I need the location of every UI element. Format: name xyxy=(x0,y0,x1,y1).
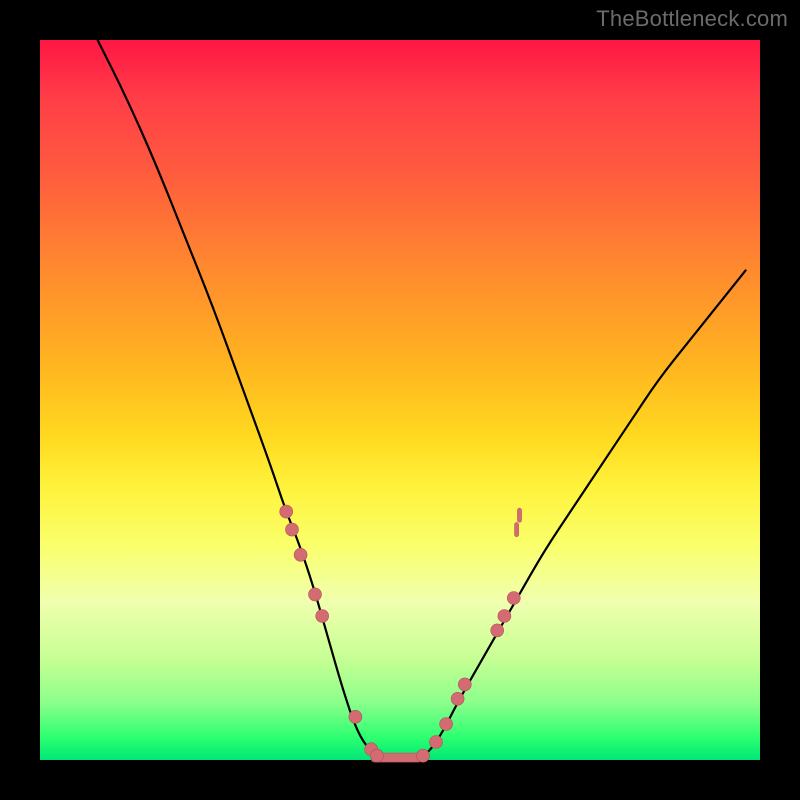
curve-svg xyxy=(40,40,760,760)
data-marker xyxy=(451,692,464,705)
plot-area xyxy=(40,40,760,760)
ticks-right-group xyxy=(515,508,522,536)
data-marker xyxy=(294,548,307,561)
data-marker xyxy=(458,678,471,691)
markers-right-group xyxy=(417,592,521,763)
data-marker xyxy=(280,505,293,518)
axis-tick xyxy=(518,508,522,522)
data-marker xyxy=(286,523,299,536)
bottleneck-curve xyxy=(98,40,746,760)
data-marker xyxy=(507,592,520,605)
data-marker xyxy=(309,588,322,601)
axis-tick xyxy=(515,523,519,537)
watermark-text: TheBottleneck.com xyxy=(596,6,788,32)
data-marker xyxy=(349,710,362,723)
data-marker xyxy=(371,749,384,762)
data-marker xyxy=(498,610,511,623)
data-marker xyxy=(316,610,329,623)
data-marker xyxy=(491,624,504,637)
data-marker xyxy=(440,718,453,731)
outer-frame: TheBottleneck.com xyxy=(0,0,800,800)
data-marker xyxy=(417,749,430,762)
data-marker xyxy=(430,736,443,749)
markers-left-group xyxy=(280,505,384,762)
